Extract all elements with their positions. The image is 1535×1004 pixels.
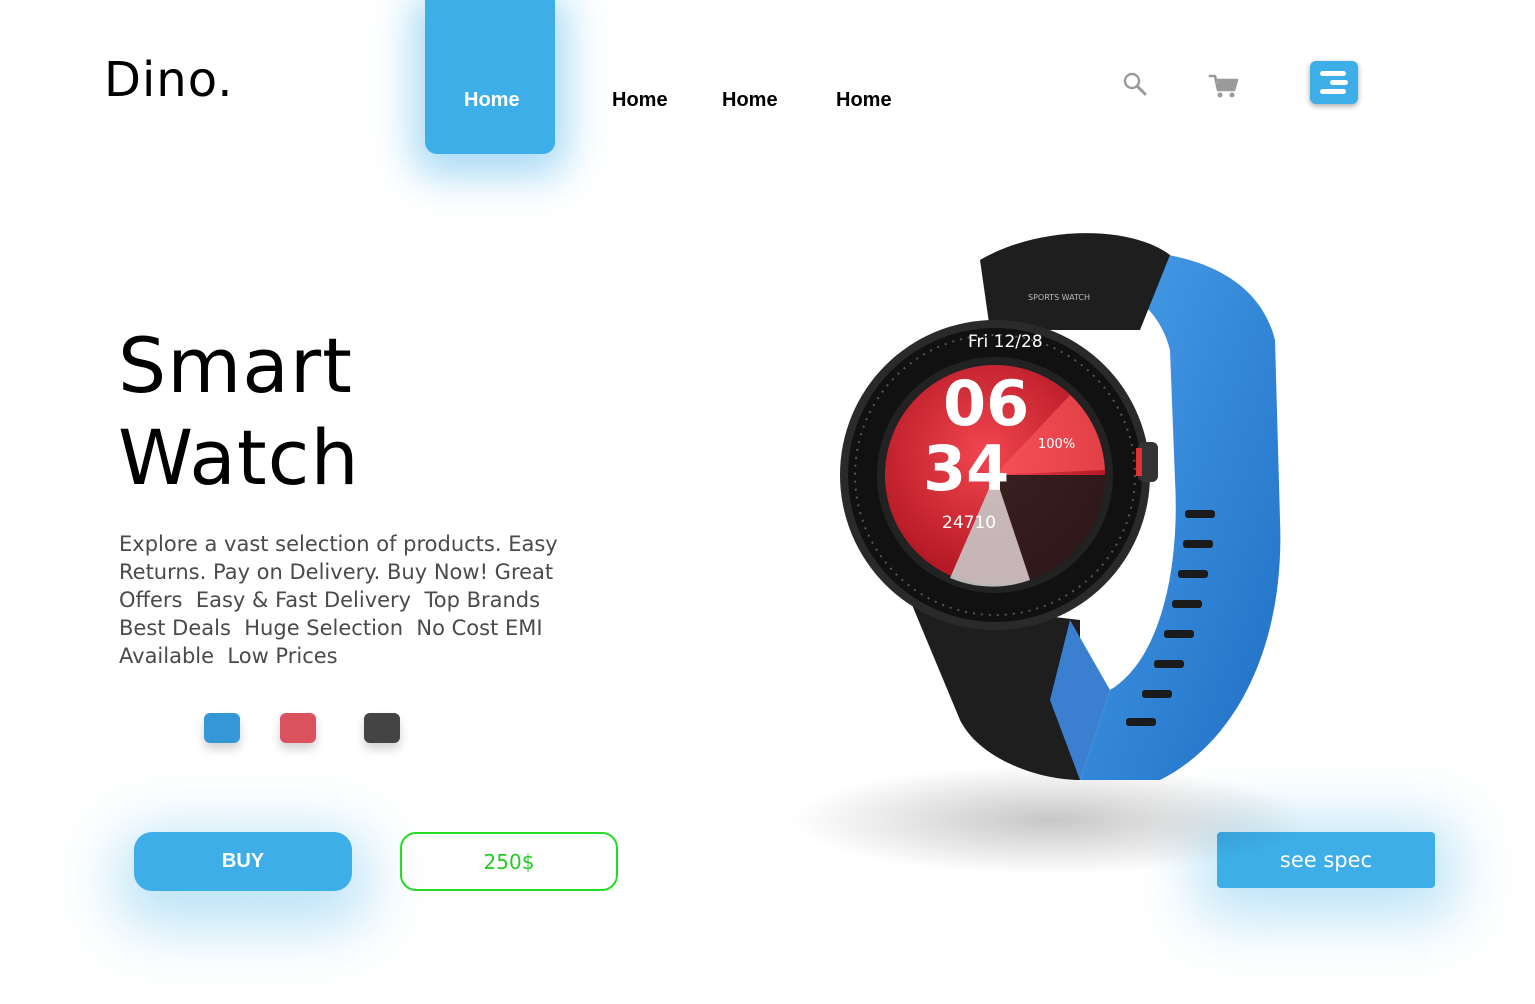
nav-item-home-active[interactable]: Home [464, 89, 520, 112]
buy-button[interactable]: BUY [134, 832, 352, 891]
watch-hour: 06 [943, 367, 1029, 440]
menu-button[interactable] [1310, 61, 1358, 104]
watch-date: Fri 12/28 [968, 332, 1043, 352]
search-icon[interactable] [1122, 71, 1148, 97]
watch-minute: 34 [923, 432, 1009, 505]
nav-item-home-4[interactable]: Home [836, 89, 892, 112]
watch-bezel-label: SPORTS WATCH [1028, 293, 1090, 302]
nav-item-home-3[interactable]: Home [722, 89, 778, 112]
logo[interactable]: Dino. [104, 52, 234, 108]
color-swatch-red[interactable] [280, 713, 316, 743]
color-swatch-blue[interactable] [204, 713, 240, 743]
nav-item-home-2[interactable]: Home [612, 89, 668, 112]
nav-active-highlight [425, 0, 555, 154]
smartwatch-image: Fri 12/28 06 34 100% 24710 SPORTS WATCH [790, 233, 1310, 875]
price-tag: 250$ [400, 832, 618, 891]
hero-title: Smart Watch [118, 320, 360, 504]
hero-description: Explore a vast selection of products. Ea… [119, 532, 565, 668]
watch-battery: 100% [1038, 437, 1075, 452]
color-swatch-dark[interactable] [364, 713, 400, 743]
cart-icon[interactable] [1208, 72, 1240, 100]
hero-title-line-1: Smart [118, 321, 353, 410]
watch-steps: 24710 [942, 513, 996, 533]
hero-title-line-2: Watch [118, 413, 360, 502]
